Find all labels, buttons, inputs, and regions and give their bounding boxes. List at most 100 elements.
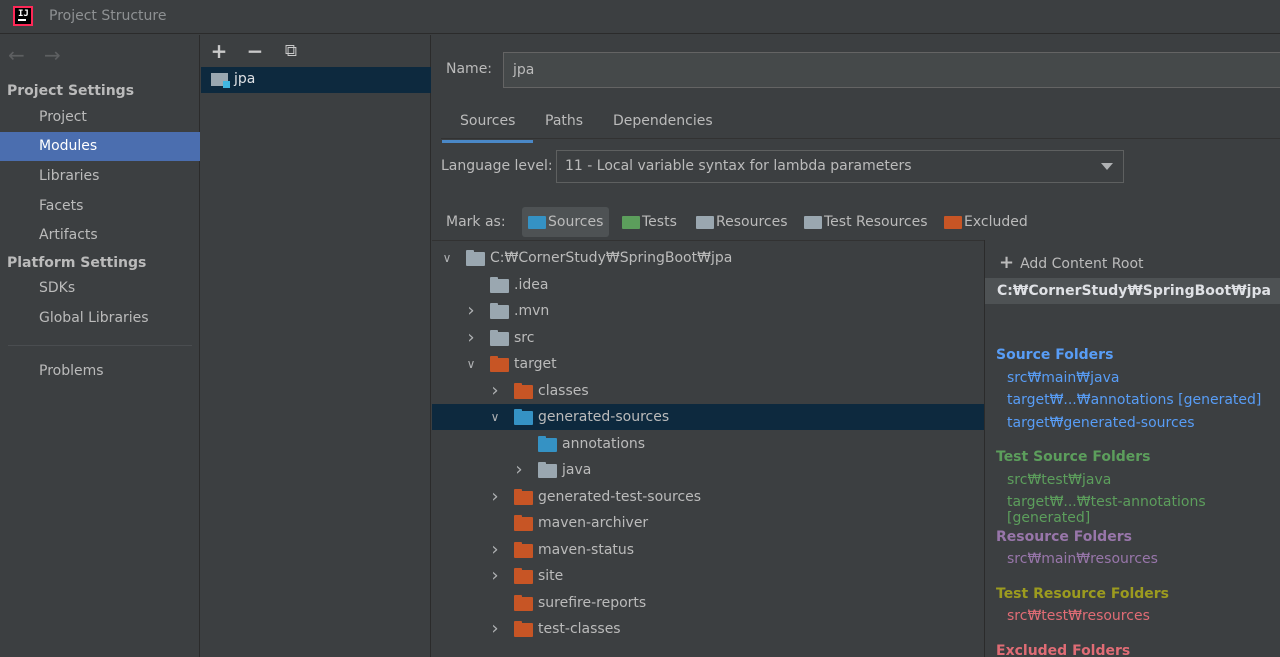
chevron-right-icon[interactable]: › [488,380,502,401]
tree-row[interactable]: › generated-test-sources [432,484,984,510]
chevron-right-icon[interactable]: › [488,566,502,586]
source-folder-item[interactable]: target₩generated-sources [1007,415,1195,431]
chevron-right-icon[interactable]: › [488,539,502,560]
sidebar-item-modules[interactable]: Modules [0,132,200,161]
language-level-label: Language level: [441,158,553,174]
mark-resources-label: Resources [716,214,788,230]
settings-sidebar: ← → Project Settings Project Modules Lib… [0,35,200,657]
test-source-folders-heading: Test Source Folders [996,449,1151,465]
chevron-down-icon[interactable]: ∨ [440,248,454,268]
forward-arrow-icon[interactable]: → [44,43,61,67]
tree-row[interactable]: surefire-reports [432,590,984,616]
tree-row[interactable]: › src [432,325,984,351]
folder-icon [514,515,533,531]
mark-as-label: Mark as: [446,214,506,230]
chevron-right-icon[interactable]: › [464,327,478,348]
chevron-down-icon[interactable]: ∨ [488,407,502,427]
tree-row[interactable]: maven-archiver [432,510,984,536]
folder-icon [538,462,557,478]
tree-row[interactable]: › site [432,563,984,589]
window-title: Project Structure [49,8,167,24]
tree-row[interactable]: › .mvn [432,298,984,324]
test-source-folder-item[interactable]: target₩...₩test-annotations [generated] [1007,494,1280,526]
language-level-value: 11 - Local variable syntax for lambda pa… [565,158,912,174]
folder-icon [514,488,533,505]
mark-sources-button[interactable]: Sources [522,207,610,237]
tree-row[interactable]: ∨ C:₩CornerStudy₩SpringBoot₩jpa [432,245,984,271]
tree-row-label: test-classes [538,621,621,637]
back-arrow-icon[interactable]: ← [8,43,25,67]
mark-resources-button[interactable]: Resources [690,207,794,237]
mark-sources-label: Sources [548,214,604,230]
folder-icon [514,621,533,637]
sidebar-divider [8,345,192,346]
mark-tests-label: Tests [642,214,677,230]
test-resource-folder-item[interactable]: src₩test₩resources [1007,608,1150,624]
chevron-right-icon[interactable]: › [512,460,526,480]
mark-excluded-button[interactable]: Excluded [938,207,1034,237]
module-label: jpa [234,71,256,87]
folder-icon [490,303,509,319]
module-name-field[interactable]: jpa [503,52,1280,88]
tab-dependencies[interactable]: Dependencies [613,113,713,139]
folder-tree[interactable]: ∨ C:₩CornerStudy₩SpringBoot₩jpa .idea › .mvn… [432,240,984,657]
tree-row[interactable]: › maven-status [432,537,984,563]
excluded-folder-icon [944,216,962,229]
tab-sources[interactable]: Sources [441,113,534,143]
tree-row[interactable]: › java [432,457,984,483]
source-folder-item[interactable]: target₩...₩annotations [generated] [1007,392,1261,408]
module-item-jpa[interactable]: jpa [201,67,431,93]
source-folder-item[interactable]: src₩main₩java [1007,370,1119,386]
tree-row-label: site [538,568,564,584]
tree-row-label: maven-archiver [538,515,649,531]
chevron-down-icon[interactable]: ∨ [464,354,478,374]
modules-panel: + − ⧉ jpa [201,35,431,657]
chevron-right-icon[interactable]: › [464,301,478,321]
sidebar-item-problems[interactable]: Problems [0,357,200,386]
tree-row-label: C:₩CornerStudy₩SpringBoot₩jpa [490,250,733,266]
sidebar-item-facets[interactable]: Facets [0,192,200,221]
resource-folder-item[interactable]: src₩main₩resources [1007,551,1158,567]
mark-tests-button[interactable]: Tests [616,207,683,237]
tree-row[interactable]: annotations [432,431,984,457]
sidebar-item-sdks[interactable]: SDKs [0,274,200,303]
copy-module-icon[interactable]: ⧉ [279,39,303,63]
tree-row-label: classes [538,382,589,399]
sidebar-item-libraries[interactable]: Libraries [0,162,200,191]
mark-test-resources-label: Test Resources [824,214,928,230]
sidebar-item-project[interactable]: Project [0,103,200,132]
language-level-select[interactable]: 11 - Local variable syntax for lambda pa… [556,150,1124,183]
add-content-root-button[interactable]: + Add Content Root [999,252,1144,273]
add-content-root-label: Add Content Root [1020,256,1144,272]
tree-row[interactable]: .idea [432,272,984,298]
mark-excluded-label: Excluded [964,214,1028,230]
folder-icon [538,435,557,452]
test-resources-folder-icon [804,216,822,229]
tree-row-label: target [514,356,557,372]
chevron-right-icon[interactable]: › [488,486,502,507]
tree-row[interactable]: ∨ generated-sources [432,404,984,430]
plus-icon: + [999,252,1015,273]
tree-row[interactable]: ∨ target [432,351,984,377]
tab-paths[interactable]: Paths [545,113,583,139]
tree-row-label: java [562,462,592,478]
tree-row-label: .idea [514,276,549,293]
source-folders-heading: Source Folders [996,347,1114,363]
resources-folder-icon [696,216,714,229]
tree-row-label: maven-status [538,541,635,558]
remove-module-icon[interactable]: − [243,39,267,63]
add-module-icon[interactable]: + [207,39,231,63]
sidebar-item-artifacts[interactable]: Artifacts [0,221,200,250]
folder-icon [466,250,485,266]
tree-row-label: generated-sources [538,409,670,425]
sources-folder-icon [528,216,546,229]
mark-test-resources-button[interactable]: Test Resources [798,207,934,237]
tree-row[interactable]: › classes [432,378,984,404]
tree-row-label: annotations [562,435,646,452]
chevron-right-icon[interactable]: › [488,619,502,639]
content-root-path[interactable]: C:₩CornerStudy₩SpringBoot₩jpa [985,278,1280,304]
sidebar-item-global-libraries[interactable]: Global Libraries [0,304,200,333]
test-source-folder-item[interactable]: src₩test₩java [1007,472,1111,488]
tree-row[interactable]: › test-classes [432,616,984,642]
folder-icon [514,382,533,399]
